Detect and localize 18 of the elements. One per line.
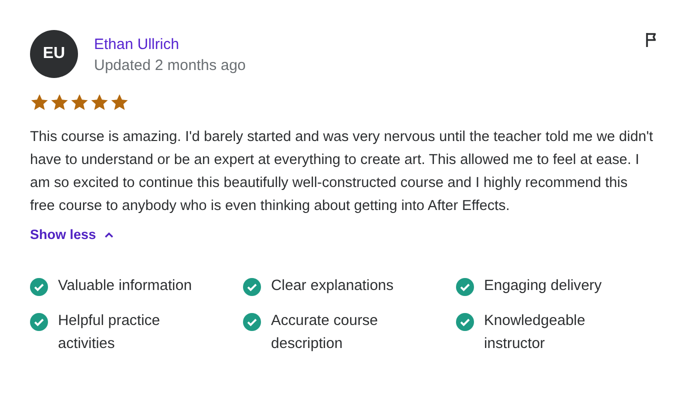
star-icon	[30, 93, 49, 112]
tag-label: Clear explanations	[271, 277, 395, 296]
tag-label: Helpful practice activities	[58, 312, 161, 354]
review-text: This course is amazing. I'd barely started and was very nervous until the teacher told me we didn't have to understand or be an expert at everything to create art. This allowed me to feel at ease. I am so excited to continue this beautifully well-constructed course and I highly recommend this free course to anybody who is even thinking about getting into After Effects.	[30, 128, 654, 216]
tag-label: Valuable information	[58, 277, 193, 296]
author-name[interactable]: Ethan Ullrich	[94, 36, 246, 53]
tag-label: Accurate course description	[271, 312, 379, 354]
star-icon	[110, 93, 129, 112]
caret-icon	[104, 230, 114, 238]
star-icon	[90, 93, 109, 112]
star-icon	[70, 93, 89, 112]
flag-icon[interactable]	[645, 32, 659, 48]
updated-time: Updated 2 months ago	[94, 57, 246, 74]
avatar: EU	[30, 30, 78, 78]
tag-label: Engaging delivery	[484, 277, 603, 296]
tag-label: Knowledgeable instructor	[484, 312, 586, 354]
star-icon	[50, 93, 69, 112]
show-less-button[interactable]: Show less	[30, 227, 114, 242]
